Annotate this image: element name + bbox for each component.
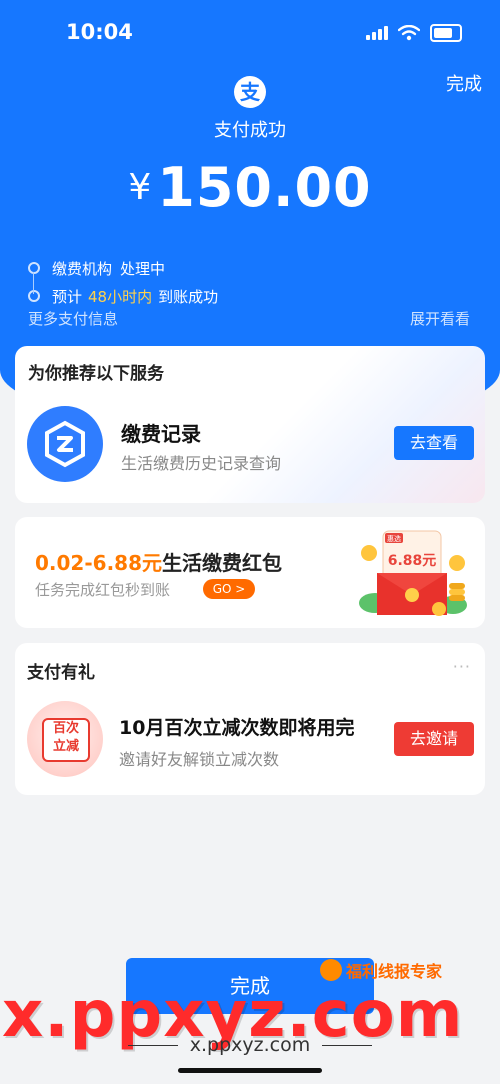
timeline-dot-icon (28, 262, 40, 274)
status-icons (366, 24, 462, 42)
status-time: 10:04 (66, 20, 133, 44)
promo-name: 10月百次立减次数即将用完 (119, 717, 355, 739)
red-packet-subtitle: 任务完成红包秒到账 (35, 581, 171, 599)
signal-icon (366, 26, 388, 40)
promo-badge-line: 百次 (52, 721, 79, 736)
invite-button[interactable]: 去邀请 (394, 722, 474, 756)
timeline-step: 预计 48小时内 到账成功 (28, 282, 218, 310)
timeline-step-status: 处理中 (120, 259, 166, 278)
discount-promo-icon: 百次 立减 (27, 701, 103, 777)
done-button-top[interactable]: 完成 (446, 70, 482, 96)
red-envelope-icon: 惠选 6.88元 (359, 530, 467, 616)
wifi-icon (398, 25, 420, 41)
timeline-highlight: 48小时内 (88, 287, 153, 306)
expand-link[interactable]: 展开看看 (410, 308, 470, 329)
recommend-card: 为你推荐以下服务 缴费记录 生活缴费历史记录查询 去查看 (15, 346, 485, 503)
status-bar: 10:04 (0, 0, 500, 66)
payment-amount: ¥150.00 (0, 156, 500, 219)
red-packet-card[interactable]: 0.02-6.88元生活缴费红包 任务完成红包秒到账 GO > 惠选 6.88元 (15, 517, 485, 628)
home-indicator[interactable] (178, 1068, 322, 1073)
service-name: 缴费记录 (121, 422, 201, 446)
payment-record-icon (27, 406, 103, 482)
red-packet-title: 0.02-6.88元生活缴费红包 (35, 547, 282, 576)
envelope-value: 6.88元 (388, 553, 437, 569)
timeline-step-label: 预计 (52, 287, 83, 306)
payment-status: 支付成功 (214, 120, 286, 141)
promo-badge: 百次 立减 (42, 718, 90, 762)
service-description: 生活缴费历史记录查询 (121, 454, 282, 473)
watermark-small-text: x.ppxyz.com (0, 1034, 500, 1056)
promo-badge-line: 立减 (52, 739, 79, 754)
more-options-icon[interactable]: ··· (453, 657, 471, 676)
amount-value: 150.00 (157, 156, 372, 219)
progress-timeline: 缴费机构 处理中 预计 48小时内 到账成功 (28, 254, 218, 310)
envelope-tag: 惠选 (387, 534, 401, 543)
timeline-step: 缴费机构 处理中 (28, 254, 218, 282)
promo-description: 邀请好友解锁立减次数 (119, 750, 280, 769)
recommend-title: 为你推荐以下服务 (28, 364, 164, 384)
timeline-connector (33, 272, 34, 294)
timeline-step-status: 到账成功 (158, 287, 219, 306)
red-packet-title-text: 生活缴费红包 (162, 551, 282, 575)
timeline-step-label: 缴费机构 (52, 259, 113, 278)
go-button[interactable]: GO > (203, 579, 255, 599)
gift-section-title: 支付有礼 (27, 663, 95, 683)
battery-icon (430, 24, 462, 42)
currency-symbol: ¥ (128, 167, 152, 208)
view-records-button[interactable]: 去查看 (394, 426, 474, 460)
red-packet-amount: 0.02-6.88元 (35, 551, 162, 575)
alipay-logo-icon: 支 (234, 76, 266, 108)
timeline-dot-icon (28, 290, 40, 302)
payment-gift-card: 支付有礼 ··· 百次 立减 10月百次立减次数即将用完 邀请好友解锁立减次数 … (15, 643, 485, 795)
more-payment-info-link[interactable]: 更多支付信息 (28, 308, 118, 329)
